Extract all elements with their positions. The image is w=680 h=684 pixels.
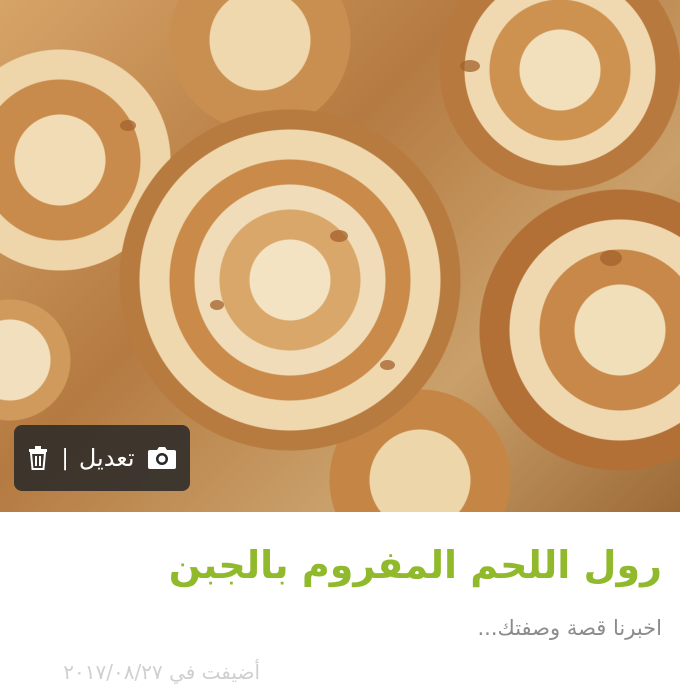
photo-texture [330,230,348,242]
edit-photo-button[interactable]: تعديل [79,444,135,472]
edit-bar-separator: | [61,445,69,471]
trash-icon[interactable] [25,443,51,473]
camera-icon[interactable] [145,443,179,473]
added-date: أضيفت في ٢٠١٧/٠٨/٢٧ [63,660,260,684]
story-prompt[interactable]: اخبرنا قصة وصفتك... [22,616,663,640]
photo-edit-bar[interactable]: | تعديل [14,425,190,491]
photo-texture [380,360,395,370]
recipe-title[interactable]: رول اللحم المفروم بالجبن [22,543,662,587]
photo-texture [120,120,136,131]
photo-texture [600,250,622,266]
photo-texture [210,300,224,310]
photo-texture [460,60,480,72]
